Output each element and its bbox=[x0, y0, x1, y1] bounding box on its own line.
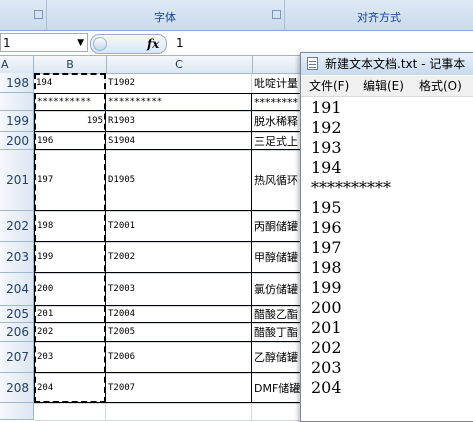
text-line: 196 bbox=[311, 218, 342, 237]
cell-b[interactable] bbox=[34, 403, 106, 420]
ribbon-group-font: 字体 bbox=[46, 0, 285, 30]
cell-c[interactable]: T2007 bbox=[106, 373, 252, 403]
cell-c[interactable]: D1905 bbox=[106, 150, 252, 211]
dialog-launcher-icon[interactable] bbox=[272, 10, 281, 19]
row-header[interactable]: 199 bbox=[0, 111, 34, 132]
cell-c[interactable]: ********** bbox=[106, 93, 252, 111]
cell-b[interactable]: 202 bbox=[34, 323, 106, 342]
name-box[interactable]: 1 ▼ bbox=[0, 33, 88, 52]
text-line: 195 bbox=[311, 198, 342, 217]
cell-b[interactable]: 196 bbox=[34, 132, 106, 150]
ribbon-group-bar: 字体 对齐方式 bbox=[0, 0, 473, 31]
row-header[interactable]: 207 bbox=[0, 342, 34, 373]
notepad-file-icon bbox=[307, 57, 318, 70]
cell-b[interactable]: 194 bbox=[34, 73, 106, 93]
notepad-title-bar[interactable]: 新建文本文档.txt - 记事本 bbox=[301, 53, 473, 75]
notepad-menu-bar: 文件(F) 编辑(E) 格式(O) bbox=[301, 76, 473, 97]
cell-c[interactable]: T2003 bbox=[106, 273, 252, 306]
cell-c[interactable] bbox=[106, 403, 252, 420]
row-header[interactable]: 208 bbox=[0, 373, 34, 403]
text-line: 198 bbox=[311, 258, 342, 277]
cell-b[interactable]: 198 bbox=[34, 211, 106, 242]
cell-c[interactable]: T2004 bbox=[106, 306, 252, 323]
row-header[interactable]: 200 bbox=[0, 132, 34, 150]
cell-c[interactable]: T2002 bbox=[106, 242, 252, 273]
row-header[interactable]: 202 bbox=[0, 211, 34, 242]
text-line: 193 bbox=[311, 138, 342, 157]
ribbon-group-alignment: 对齐方式 bbox=[285, 0, 473, 30]
cell-c[interactable]: T2006 bbox=[106, 342, 252, 373]
row-header[interactable] bbox=[0, 403, 34, 420]
cell-c[interactable]: S1904 bbox=[106, 132, 252, 150]
row-header[interactable] bbox=[0, 93, 34, 111]
text-line: 191 bbox=[311, 98, 342, 117]
row-header[interactable]: 201 bbox=[0, 150, 34, 211]
ribbon-group-label: 对齐方式 bbox=[357, 11, 401, 24]
row-header[interactable]: 206 bbox=[0, 323, 34, 342]
text-line: 200 bbox=[311, 298, 342, 317]
text-line: ********** bbox=[311, 178, 391, 197]
cell-b[interactable]: 203 bbox=[34, 342, 106, 373]
cell-b[interactable]: ********** bbox=[34, 93, 106, 111]
text-line: 202 bbox=[311, 338, 342, 357]
menu-format[interactable]: 格式(O) bbox=[419, 76, 462, 96]
row-header[interactable]: 205 bbox=[0, 306, 34, 323]
column-header-c[interactable]: C bbox=[106, 56, 253, 73]
text-line: 199 bbox=[311, 278, 342, 297]
row-header[interactable]: 198 bbox=[0, 73, 34, 93]
menu-edit[interactable]: 编辑(E) bbox=[363, 76, 404, 96]
chevron-down-icon[interactable]: ▼ bbox=[77, 34, 84, 53]
cell-b[interactable]: 204 bbox=[34, 373, 106, 403]
menu-file[interactable]: 文件(F) bbox=[309, 76, 349, 96]
cell-b[interactable]: 199 bbox=[34, 242, 106, 273]
cell-b[interactable]: 195 bbox=[34, 111, 106, 132]
row-header[interactable]: 204 bbox=[0, 273, 34, 306]
column-header-a[interactable]: A bbox=[0, 56, 34, 73]
cell-b[interactable]: 201 bbox=[34, 306, 106, 323]
text-line: 203 bbox=[311, 358, 342, 377]
formula-input[interactable]: 1 bbox=[176, 34, 184, 52]
text-line: 204 bbox=[311, 378, 342, 397]
insert-function-button[interactable]: fx bbox=[147, 35, 159, 53]
cell-b[interactable]: 197 bbox=[34, 150, 106, 211]
ribbon-group-label: 字体 bbox=[154, 11, 176, 24]
notepad-text-area[interactable]: 191 192 193 194 ********** 195 196 197 198 199 200… bbox=[301, 97, 473, 421]
formula-controls: fx bbox=[90, 34, 167, 54]
text-line: 194 bbox=[311, 158, 342, 177]
dialog-launcher-icon[interactable] bbox=[34, 10, 43, 19]
ribbon-group-clipboard bbox=[0, 0, 47, 30]
expand-circle-icon[interactable] bbox=[93, 37, 107, 51]
row-header[interactable]: 203 bbox=[0, 242, 34, 273]
notepad-window[interactable]: 新建文本文档.txt - 记事本 文件(F) 编辑(E) 格式(O) 191 19… bbox=[300, 52, 473, 422]
text-line: 201 bbox=[311, 318, 342, 337]
cell-b[interactable]: 200 bbox=[34, 273, 106, 306]
text-line: 192 bbox=[311, 118, 342, 137]
column-header-b[interactable]: B bbox=[34, 56, 107, 73]
notepad-title: 新建文本文档.txt - 记事本 bbox=[325, 57, 466, 71]
cell-c[interactable]: T2001 bbox=[106, 211, 252, 242]
cell-c[interactable]: T2005 bbox=[106, 323, 252, 342]
cell-c[interactable]: R1903 bbox=[106, 111, 252, 132]
cell-c[interactable]: T1902 bbox=[106, 73, 252, 93]
text-line: 197 bbox=[311, 238, 342, 257]
name-box-value: 1 bbox=[3, 36, 11, 50]
